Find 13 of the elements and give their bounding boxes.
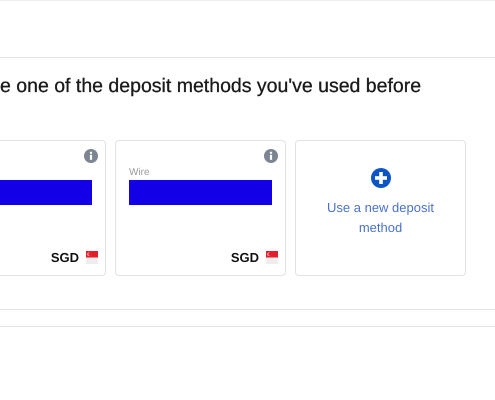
method-type-label: Wire — [129, 167, 151, 180]
info-icon[interactable] — [264, 149, 278, 163]
flag-icon — [86, 251, 98, 264]
currency-code: SGD — [230, 250, 259, 265]
new-method-label: Use a new deposit method — [326, 199, 435, 237]
flag-icon — [266, 251, 278, 264]
deposit-method-card[interactable]: Wire SGD — [115, 140, 286, 276]
currency-code: SGD — [50, 250, 79, 265]
new-method-card[interactable]: Use a new deposit method — [295, 140, 466, 276]
section-heading: e one of the deposit methods you've used before — [0, 74, 422, 98]
plus-icon — [370, 168, 390, 188]
deposit-method-card[interactable]: SGD — [0, 140, 106, 276]
info-icon[interactable] — [84, 149, 98, 163]
